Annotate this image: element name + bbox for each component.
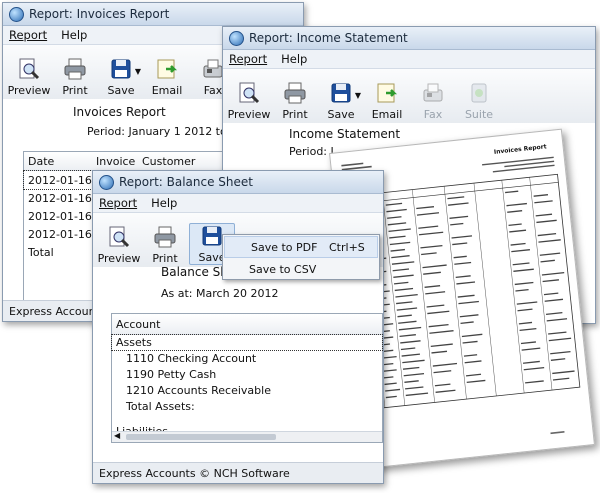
cell-date: 2012-01-16: [28, 209, 92, 223]
print-label: Print: [282, 108, 308, 121]
email-label: Email: [371, 108, 403, 121]
table-row[interactable]: Total Assets:: [112, 398, 382, 414]
menu-report[interactable]: Report: [9, 28, 47, 42]
fax-icon: [423, 83, 443, 102]
preview-button[interactable]: Preview: [97, 225, 141, 265]
cell-date: 2012-01-16: [28, 173, 92, 187]
fax-button[interactable]: Fax: [411, 81, 455, 121]
suite-button[interactable]: Suite: [457, 81, 501, 121]
menubar: Report Help: [223, 50, 595, 69]
cell-account: 1110 Checking Account: [126, 351, 257, 365]
menu-item-label: Save to CSV: [249, 262, 317, 276]
scrollbar-thumb[interactable]: [126, 434, 276, 440]
print-button[interactable]: Print: [53, 57, 97, 97]
balance-titlebar[interactable]: Report: Balance Sheet: [93, 171, 383, 194]
cell-date: 2012-01-16: [28, 227, 92, 241]
preview-icon: [109, 226, 130, 248]
save-to-pdf-item[interactable]: Save to PDF Ctrl+S: [224, 236, 378, 258]
report-title: Income Statement: [289, 127, 401, 141]
income-titlebar[interactable]: Report: Income Statement: [223, 27, 595, 50]
save-label: Save: [107, 84, 135, 97]
save-button[interactable]: ▼ Save: [319, 81, 363, 121]
printer-icon: [154, 226, 176, 248]
email-button[interactable]: Email: [365, 81, 409, 121]
table-row[interactable]: Assets: [111, 334, 383, 351]
table-row[interactable]: 1190 Petty Cash: [112, 366, 382, 382]
col-invoice[interactable]: Invoice: [96, 155, 142, 168]
menu-help[interactable]: Help: [281, 52, 307, 66]
report-title: Invoices Report: [73, 105, 166, 119]
save-to-csv-item[interactable]: Save to CSV: [223, 259, 379, 279]
print-button[interactable]: Print: [273, 81, 317, 121]
table-header: Account: [112, 314, 382, 335]
preview-label: Preview: [97, 252, 141, 265]
invoices-titlebar[interactable]: Report: Invoices Report: [3, 3, 303, 26]
save-dropdown-menu: Save to PDF Ctrl+S Save to CSV: [222, 234, 380, 280]
horizontal-scrollbar[interactable]: ◀: [112, 431, 382, 442]
floppy-disk-icon: [331, 83, 351, 103]
report-period: Period: J: [289, 145, 334, 158]
print-label: Print: [152, 252, 178, 265]
suite-label: Suite: [464, 108, 494, 121]
cell-account: Assets: [116, 336, 152, 349]
printer-icon: [284, 82, 306, 104]
menu-item-label: Save to PDF: [251, 240, 318, 254]
cell-account: 1190 Petty Cash: [126, 367, 217, 381]
window-title: Report: Balance Sheet: [119, 175, 254, 189]
save-label: Save: [327, 108, 355, 121]
report-area: Balance She As at: March 20 2012 Account…: [93, 265, 383, 463]
email-label: Email: [151, 84, 183, 97]
col-customer[interactable]: Customer: [142, 155, 195, 168]
floppy-disk-icon: [111, 59, 131, 79]
menu-item-shortcut: Ctrl+S: [329, 240, 365, 254]
table-row[interactable]: 1210 Accounts Receivable: [112, 382, 382, 398]
preview-button[interactable]: Preview: [227, 81, 271, 121]
scroll-left-arrow-icon[interactable]: ◀: [114, 431, 120, 440]
preview-icon: [19, 58, 40, 80]
chevron-down-icon[interactable]: ▼: [135, 67, 141, 76]
col-account[interactable]: Account: [112, 318, 160, 331]
fax-label: Fax: [203, 84, 223, 97]
app-icon: [229, 30, 244, 46]
col-date[interactable]: Date: [24, 155, 96, 168]
floppy-disk-icon: [202, 226, 222, 246]
fax-label: Fax: [423, 108, 443, 121]
preview-label: Preview: [7, 84, 51, 97]
window-title: Report: Invoices Report: [29, 7, 170, 21]
menu-report[interactable]: Report: [229, 52, 267, 66]
accounts-table: Account Assets 1110 Checking Account 119…: [111, 313, 383, 443]
preview-label: Preview: [227, 108, 271, 121]
app-icon: [9, 6, 24, 22]
report-asat: As at: March 20 2012: [161, 287, 279, 300]
print-label: Print: [62, 84, 88, 97]
menu-help[interactable]: Help: [151, 196, 177, 210]
table-row[interactable]: 1110 Checking Account: [112, 350, 382, 366]
cell-account: 1210 Accounts Receivable: [126, 383, 271, 397]
email-button[interactable]: Email: [145, 57, 189, 97]
preview-button[interactable]: Preview: [7, 57, 51, 97]
cell-total: Total: [28, 245, 54, 259]
toolbar: Preview Print ▼ Save Email Fax Suite: [223, 69, 595, 125]
cell-account: Total Assets:: [126, 399, 195, 413]
suite-icon: [471, 83, 487, 103]
print-button[interactable]: Print: [143, 225, 187, 265]
save-button[interactable]: ▼ Save: [99, 57, 143, 97]
email-icon: [157, 59, 178, 79]
menu-report[interactable]: Report: [99, 196, 137, 210]
email-icon: [377, 83, 398, 103]
printer-icon: [64, 58, 86, 80]
balance-sheet-window: Report: Balance Sheet Report Help Previe…: [92, 170, 384, 484]
status-bar: Express Accounts © NCH Software: [93, 462, 383, 483]
window-title: Report: Income Statement: [249, 31, 408, 45]
menu-help[interactable]: Help: [61, 28, 87, 42]
app-icon: [99, 174, 114, 190]
menubar: Report Help: [93, 194, 383, 213]
cell-date: 2012-01-16: [28, 191, 92, 205]
chevron-down-icon[interactable]: ▼: [355, 91, 361, 100]
preview-icon: [239, 82, 260, 104]
